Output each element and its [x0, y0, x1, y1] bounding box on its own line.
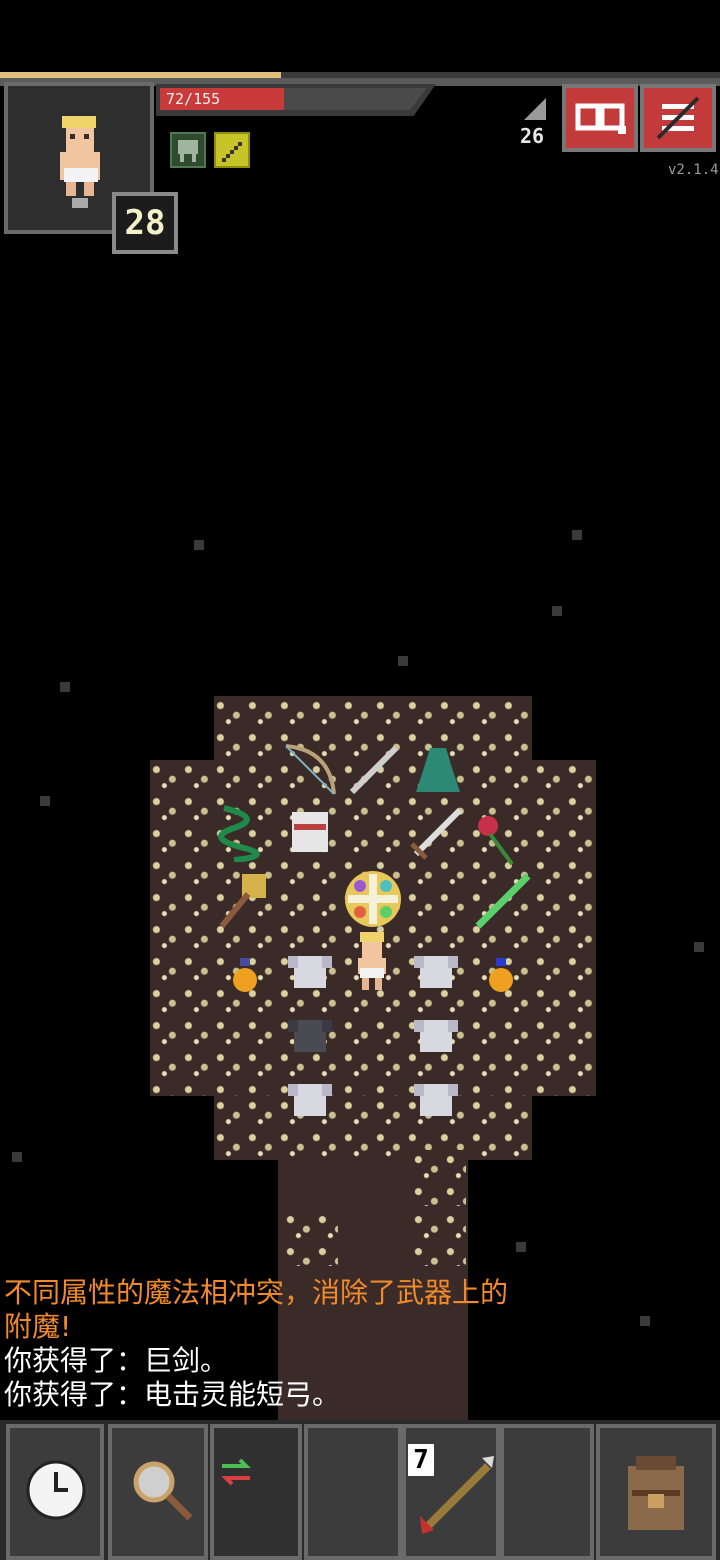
potion-orange-item[interactable] [228, 956, 262, 994]
bow-item[interactable] [280, 740, 340, 800]
star-particle [552, 606, 562, 616]
longsword-item[interactable] [406, 804, 466, 864]
search-button[interactable] [108, 1424, 208, 1560]
helmet-buff-icon[interactable] [170, 132, 206, 168]
rose-item[interactable] [472, 810, 524, 870]
journal-button[interactable] [562, 84, 638, 152]
quickslot-swap[interactable] [210, 1424, 302, 1560]
potion-blue-item[interactable] [484, 956, 518, 994]
corridor-grass [412, 1210, 466, 1266]
corridor-grass [284, 1210, 338, 1266]
quickslot-3[interactable] [500, 1424, 594, 1560]
whip-item[interactable] [214, 798, 274, 862]
plate-armor-item[interactable] [284, 948, 336, 996]
plate-armor-item[interactable] [410, 948, 462, 996]
menu-icon [656, 96, 700, 140]
star-particle [516, 1242, 526, 1252]
swap-arrows-icon [221, 1458, 251, 1486]
sword-buff-icon[interactable] [214, 132, 250, 168]
plate-armor-item[interactable] [284, 1076, 336, 1124]
log-warning-line: 附魔! [4, 1310, 72, 1343]
log-info-line: 你获得了：电击灵能短弓。 [4, 1378, 341, 1411]
log-warning-line: 不同属性的魔法相冲突，消除了武器上的 [4, 1276, 509, 1309]
star-particle [60, 682, 70, 692]
stairs-depth-icon [524, 98, 546, 120]
quickslot-1[interactable] [304, 1424, 402, 1560]
wait-button[interactable] [6, 1424, 104, 1560]
clock-icon [26, 1460, 86, 1520]
message-log: 不同属性的魔法相冲突，消除了武器上的 附魔! 你获得了：巨剑。 你获得了：电击灵… [4, 1276, 604, 1412]
star-particle [640, 1316, 650, 1326]
star-particle [12, 1152, 22, 1162]
dungeon-view[interactable] [0, 260, 720, 1420]
green-sword-item[interactable] [470, 870, 534, 934]
dark-armor-item[interactable] [284, 1012, 336, 1060]
star-particle [572, 530, 582, 540]
hero-sprite[interactable] [348, 930, 396, 992]
version-label: v2.1.4 [668, 162, 719, 178]
star-particle [398, 656, 408, 666]
dungeon-floor-lower [214, 1096, 532, 1160]
greatsword-item[interactable] [346, 742, 402, 798]
backpack-icon [628, 1456, 684, 1530]
hp-bar-empty [284, 88, 427, 110]
plate-armor-item[interactable] [410, 1012, 462, 1060]
depth-counter: 26 [520, 124, 545, 148]
journal-icon [575, 103, 626, 134]
magnifier-icon [133, 1461, 193, 1521]
gauntlet-item[interactable] [284, 804, 336, 860]
corridor-grass [412, 1150, 466, 1206]
amulet-item[interactable] [342, 868, 404, 930]
menu-button[interactable] [640, 84, 716, 152]
backpack-button[interactable] [596, 1424, 716, 1560]
log-info-line: 你获得了：巨剑。 [4, 1344, 229, 1377]
star-particle [40, 796, 50, 806]
star-particle [194, 540, 204, 550]
quickslot-count: 7 [408, 1444, 434, 1476]
star-particle [694, 942, 704, 952]
cloak-item[interactable] [410, 742, 466, 798]
warhammer-item[interactable] [214, 870, 274, 934]
plate-armor-item[interactable] [410, 1076, 462, 1124]
hero-level-badge: 28 [112, 192, 178, 254]
hp-text: 72/155 [166, 90, 221, 108]
